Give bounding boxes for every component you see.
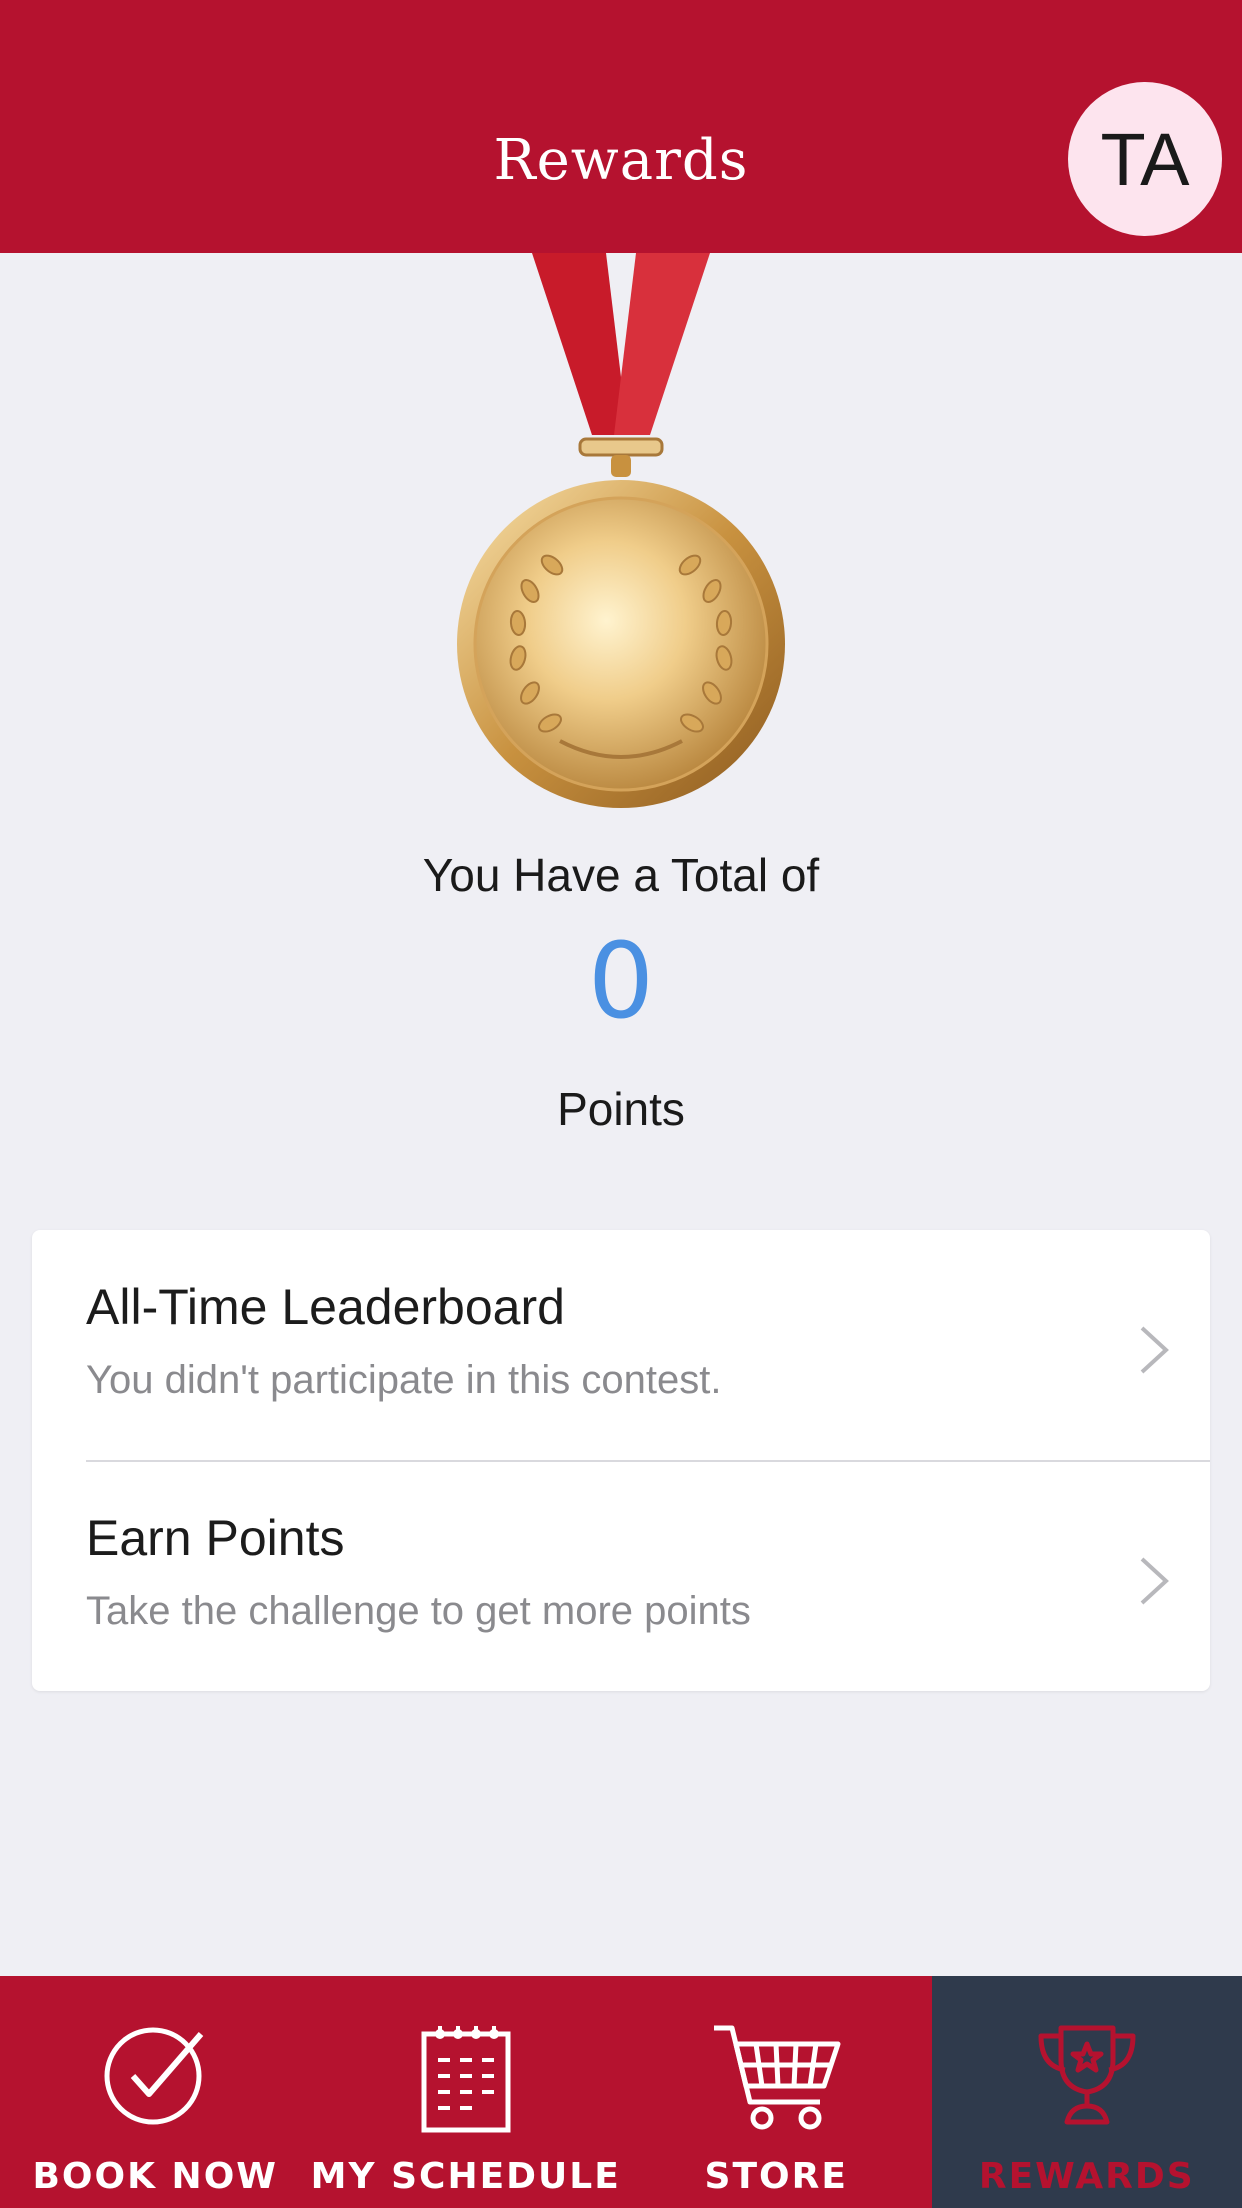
points-total-label: You Have a Total of [422,849,820,901]
medal-icon [457,253,785,808]
tab-book-now[interactable]: BOOK NOW [0,1976,311,2208]
header-bar: Rewards TA [0,0,1242,253]
rewards-list-card: All-Time Leaderboard You didn't particip… [32,1230,1210,1691]
tab-my-schedule[interactable]: MY SCHEDULE [310,1976,621,2208]
earn-points-row[interactable]: Earn Points Take the challenge to get mo… [32,1461,1210,1691]
list-item-subtitle: You didn't participate in this contest. [86,1358,722,1402]
trophy-icon [1038,2025,1136,2125]
points-value: 0 [587,920,655,1042]
cart-icon [714,2025,841,2130]
page-title: Rewards [493,128,749,193]
chevron-right-icon [1140,1557,1169,1605]
list-item-subtitle: Take the challenge to get more points [86,1589,751,1633]
list-item-title: Earn Points [86,1510,345,1566]
tab-label: BOOK NOW [32,2156,279,2197]
tab-label: STORE [704,2156,848,2197]
tab-rewards[interactable]: REWARDS [931,1976,1242,2208]
leaderboard-row[interactable]: All-Time Leaderboard You didn't particip… [32,1230,1210,1462]
chevron-right-icon [1140,1326,1169,1374]
avatar[interactable]: TA [1068,82,1222,236]
tab-label: REWARDS [978,2156,1195,2197]
calendar-icon [421,2026,511,2133]
tab-bar: BOOK NOW MY SCHEDULE STORE REWARDS [0,1976,1242,2208]
points-unit-label: Points [557,1083,685,1135]
tab-label: MY SCHEDULE [310,2156,621,2197]
check-circle-icon [104,2027,204,2125]
list-item-title: All-Time Leaderboard [86,1279,565,1335]
tab-store[interactable]: STORE [621,1976,932,2208]
